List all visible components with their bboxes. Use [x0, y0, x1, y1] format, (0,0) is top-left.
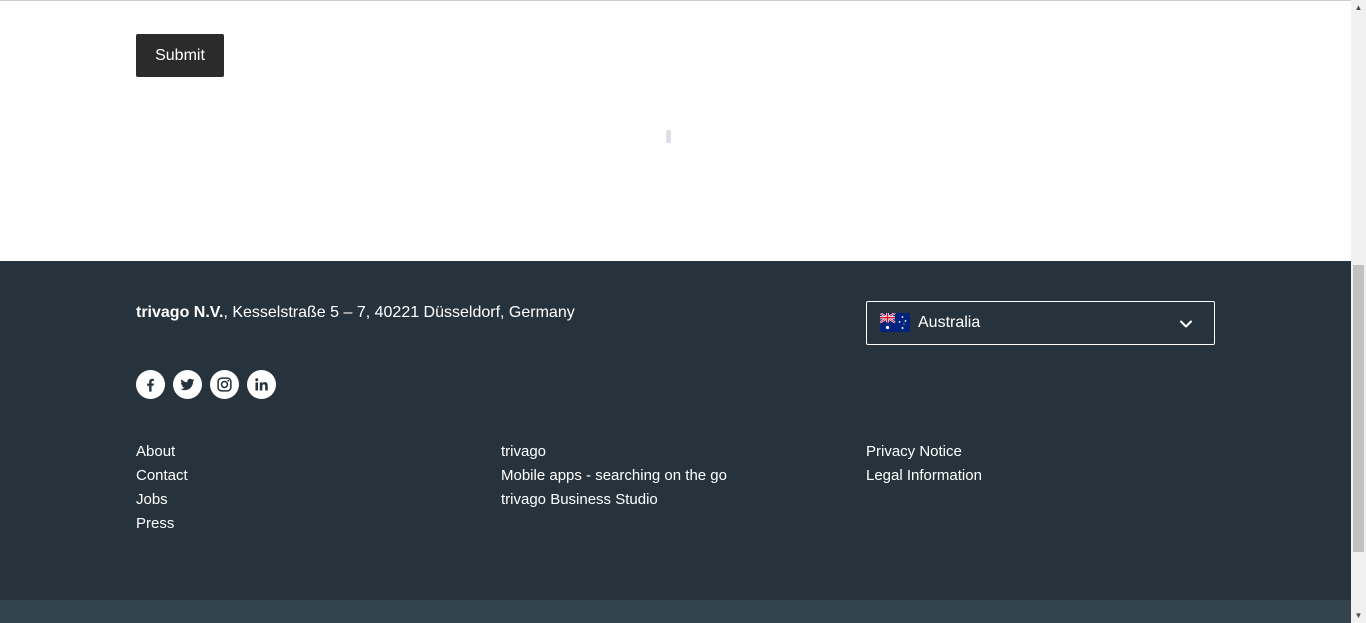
footer-link-privacy-notice[interactable]: Privacy Notice [866, 443, 962, 460]
australia-flag-icon [880, 313, 910, 332]
scroll-up-arrow-icon[interactable]: ▲ [1351, 0, 1366, 15]
facebook-icon[interactable] [136, 370, 165, 399]
chevron-down-icon [1178, 316, 1194, 332]
linkedin-icon[interactable] [247, 370, 276, 399]
twitter-icon[interactable] [173, 370, 202, 399]
company-address-text: , Kesselstraße 5 – 7, 40221 Düsseldorf, … [223, 304, 575, 321]
company-address: trivago N.V., Kesselstraße 5 – 7, 40221 … [136, 304, 575, 322]
footer-link-about[interactable]: About [136, 443, 175, 460]
footer-links-legal: Privacy Notice Legal Information [866, 443, 982, 491]
country-select-value: Australia [918, 314, 981, 331]
footer-link-business-studio[interactable]: trivago Business Studio [501, 491, 658, 508]
divider [0, 0, 1351, 1]
footer-links-company: About Contact Jobs Press [136, 443, 188, 539]
footer-bottom-bar [0, 600, 1351, 623]
footer-link-legal-information[interactable]: Legal Information [866, 467, 982, 484]
footer-link-jobs[interactable]: Jobs [136, 491, 168, 508]
instagram-icon[interactable] [210, 370, 239, 399]
submit-button[interactable]: Submit [136, 34, 224, 77]
loading-indicator [666, 130, 671, 143]
footer-link-trivago[interactable]: trivago [501, 443, 546, 460]
country-select[interactable]: Australia [866, 301, 1215, 345]
scrollbar-thumb[interactable] [1353, 265, 1364, 552]
footer-link-mobile-apps[interactable]: Mobile apps - searching on the go [501, 467, 727, 484]
footer-links-products: trivago Mobile apps - searching on the g… [501, 443, 727, 515]
social-links [136, 370, 276, 399]
footer-link-press[interactable]: Press [136, 515, 174, 532]
footer: trivago N.V., Kesselstraße 5 – 7, 40221 … [0, 261, 1351, 600]
footer-link-contact[interactable]: Contact [136, 467, 188, 484]
scroll-down-arrow-icon[interactable]: ▼ [1351, 608, 1366, 623]
vertical-scrollbar[interactable]: ▲ ▼ [1351, 0, 1366, 623]
company-name: trivago N.V. [136, 304, 224, 321]
page: Submit trivago N.V., Kesselstraße 5 – 7,… [0, 0, 1351, 623]
